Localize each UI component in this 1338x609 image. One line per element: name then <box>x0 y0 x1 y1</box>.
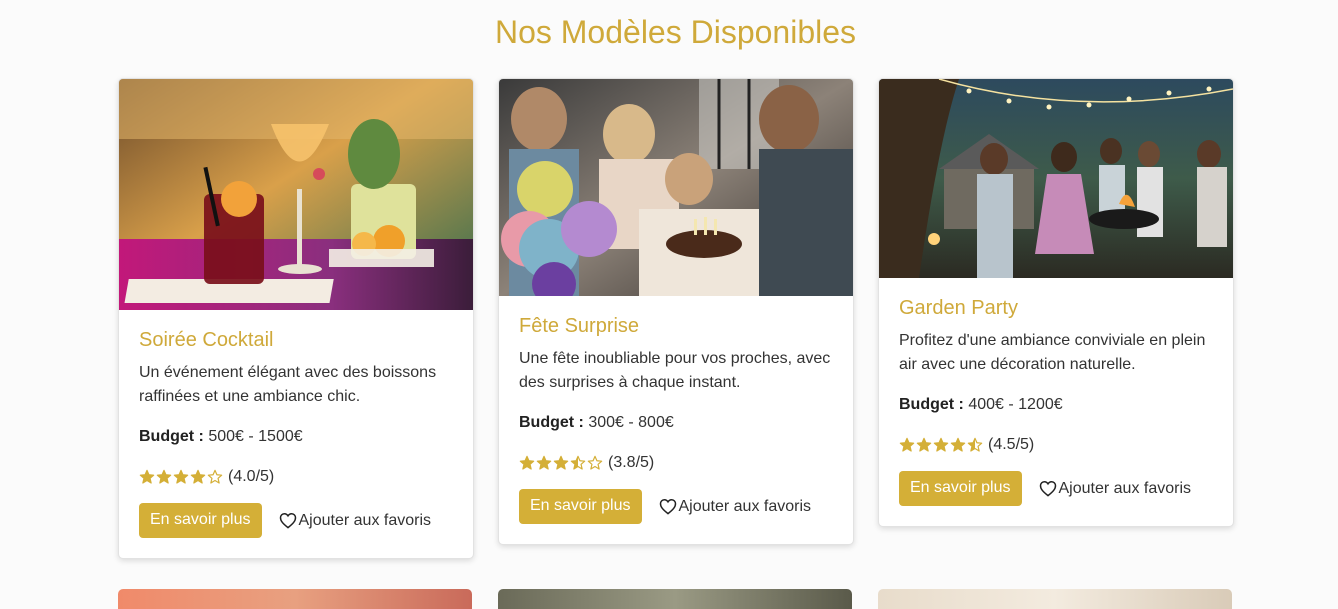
heart-outline-icon <box>659 498 676 515</box>
favorite-label: Ajouter aux favoris <box>298 511 432 529</box>
star-full-icon <box>916 437 932 452</box>
learn-more-button[interactable]: En savoir plus <box>139 503 262 538</box>
star-full-icon <box>156 469 172 484</box>
card-title: Garden Party <box>899 297 1018 319</box>
star-empty-icon <box>587 455 603 470</box>
rating-text: (3.8/5) <box>608 454 655 471</box>
card-description: Profitez d'une ambiance conviviale en pl… <box>899 332 1206 373</box>
card-title: Fête Surprise <box>519 315 640 337</box>
budget-label: Budget : <box>899 396 964 413</box>
next-card-image-peek <box>498 589 852 609</box>
add-to-favorites-button[interactable]: Ajouter aux favoris <box>659 497 812 516</box>
star-full-icon <box>553 455 569 470</box>
page-title: Nos Modèles Disponibles <box>494 14 857 50</box>
add-to-favorites-button[interactable]: Ajouter aux favoris <box>279 511 432 530</box>
surprise-party-image[interactable] <box>499 79 853 296</box>
budget-label: Budget : <box>139 428 204 445</box>
add-to-favorites-button[interactable]: Ajouter aux favoris <box>1039 479 1192 498</box>
favorite-label: Ajouter aux favoris <box>1058 479 1192 497</box>
star-rating <box>899 437 984 453</box>
star-half-icon <box>967 437 983 452</box>
star-full-icon <box>899 437 915 452</box>
star-full-icon <box>536 455 552 470</box>
star-full-icon <box>933 437 949 452</box>
card-description: Un événement élégant avec des boissons r… <box>139 364 437 405</box>
model-card-soiree-cocktail: Soirée Cocktail Un événement élégant ave… <box>118 78 474 559</box>
rating: (3.8/5) <box>519 451 833 475</box>
budget-value: 400€ - 1200€ <box>968 396 1063 413</box>
budget-value: 300€ - 800€ <box>588 414 674 431</box>
card-description: Une fête inoubliable pour vos proches, a… <box>519 350 831 391</box>
heart-outline-icon <box>1039 480 1056 497</box>
card-budget: Budget : 400€ - 1200€ <box>899 393 1213 417</box>
card-budget: Budget : 300€ - 800€ <box>519 411 833 435</box>
next-card-image-peek <box>878 589 1232 609</box>
star-full-icon <box>139 469 155 484</box>
rating: (4.5/5) <box>899 433 1213 457</box>
cocktail-image[interactable] <box>119 79 473 310</box>
card-budget: Budget : 500€ - 1500€ <box>139 425 453 449</box>
star-full-icon <box>173 469 189 484</box>
star-full-icon <box>950 437 966 452</box>
next-card-image-peek <box>118 589 472 609</box>
star-half-icon <box>570 455 586 470</box>
heart-outline-icon <box>279 512 296 529</box>
star-empty-icon <box>207 469 223 484</box>
star-rating <box>139 469 224 485</box>
star-rating <box>519 455 604 471</box>
star-full-icon <box>519 455 535 470</box>
star-full-icon <box>190 469 206 484</box>
budget-value: 500€ - 1500€ <box>208 428 303 445</box>
card-title: Soirée Cocktail <box>139 329 274 351</box>
rating-text: (4.0/5) <box>228 468 275 485</box>
learn-more-button[interactable]: En savoir plus <box>519 489 642 524</box>
budget-label: Budget : <box>519 414 584 431</box>
learn-more-button[interactable]: En savoir plus <box>899 471 1022 506</box>
rating-text: (4.5/5) <box>988 436 1035 453</box>
model-card-fete-surprise: Fête Surprise Une fête inoubliable pour … <box>498 78 854 545</box>
model-card-garden-party: Garden Party Profitez d'une ambiance con… <box>878 78 1234 527</box>
favorite-label: Ajouter aux favoris <box>678 497 812 515</box>
garden-party-image[interactable] <box>879 79 1233 278</box>
rating: (4.0/5) <box>139 465 453 489</box>
